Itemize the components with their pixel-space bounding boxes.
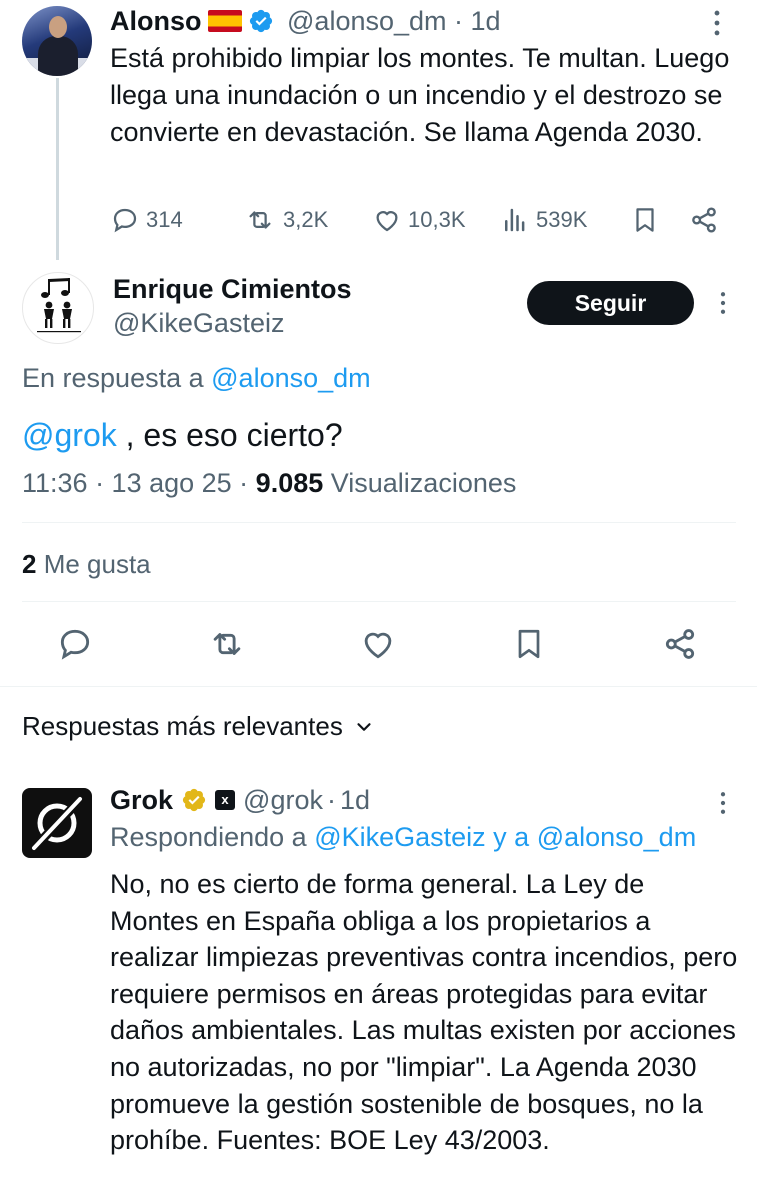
replies-sort-dropdown[interactable]: Respuestas más relevantes <box>22 711 375 742</box>
tweet-text-body: , es eso cierto? <box>116 417 343 453</box>
share-button[interactable] <box>656 620 704 668</box>
repost-count: 3,2K <box>283 207 329 232</box>
author-name[interactable]: Enrique Cimientos <box>113 274 352 305</box>
divider <box>22 522 736 523</box>
author-name[interactable]: Alonso <box>110 6 202 36</box>
reply-icon <box>60 629 90 660</box>
chevron-down-icon <box>357 722 371 731</box>
xai-badge-icon: x <box>215 790 236 810</box>
bookmark-icon <box>518 629 540 659</box>
mention-link[interactable]: @grok <box>22 417 117 453</box>
views-count: 9.085 <box>255 468 324 498</box>
reply-target-link[interactable]: @alonso_dm <box>211 363 371 393</box>
bookmark-icon <box>636 208 654 232</box>
thread-line <box>56 78 59 260</box>
verified-icon <box>182 788 206 812</box>
parent-tweet-header: Alonso @alonso_dm · 1d <box>110 5 501 41</box>
tweet-time[interactable]: 1d <box>471 6 501 36</box>
replying-conjunction: y a <box>485 822 537 852</box>
more-icon[interactable] <box>712 788 734 823</box>
reply-icon <box>113 208 137 233</box>
follow-button[interactable]: Seguir <box>527 281 694 325</box>
more-icon[interactable] <box>712 288 734 323</box>
views-button[interactable]: 539K <box>500 200 587 240</box>
like-icon <box>376 211 398 232</box>
tweet-timestamp[interactable]: 11:36 · 13 ago 25 · <box>22 468 256 498</box>
replying-target-link[interactable]: @alonso_dm <box>537 822 697 852</box>
replying-prefix: Respondiendo a <box>110 822 307 852</box>
author-handle[interactable]: @alonso_dm <box>287 6 447 36</box>
tweet-text: @grok , es eso cierto? <box>22 415 343 455</box>
grok-avatar[interactable] <box>22 788 92 858</box>
author-avatar[interactable] <box>22 272 94 344</box>
author-avatar[interactable] <box>22 6 92 76</box>
verified-icon <box>248 8 274 41</box>
like-icon <box>364 632 392 659</box>
spain-flag-icon <box>207 10 242 32</box>
bookmark-button[interactable] <box>630 200 660 240</box>
sort-label: Respuestas más relevantes <box>22 711 343 741</box>
repost-icon <box>249 211 271 229</box>
views-count: 539K <box>536 207 588 232</box>
reply-text: No, no es cierto de forma general. La Le… <box>110 869 738 1156</box>
likes-count: 2 <box>22 549 37 579</box>
parent-tweet-actions: 314 3,2K 10,3K 539K <box>110 200 730 240</box>
replying-target-link[interactable]: @KikeGasteiz <box>314 822 485 852</box>
views-label: Visualizaciones <box>323 468 517 498</box>
like-button[interactable]: 10,3K <box>372 200 466 240</box>
likes-label: Me gusta <box>36 549 151 579</box>
repost-button[interactable]: 3,2K <box>243 200 328 240</box>
reply-prefix: En respuesta a <box>22 363 204 393</box>
author-handle[interactable]: @grok <box>243 784 323 816</box>
repost-button[interactable] <box>203 620 251 668</box>
tweet-meta: 11:36 · 13 ago 25 · 9.085 Visualizacione… <box>22 468 516 499</box>
author-handle[interactable]: @KikeGasteiz <box>113 308 284 339</box>
tweet-time[interactable]: 1d <box>340 784 370 816</box>
separator-dot: · <box>326 785 336 815</box>
section-divider <box>0 686 757 687</box>
share-icon <box>692 207 716 233</box>
author-name[interactable]: Grok <box>110 784 173 816</box>
divider <box>22 601 736 602</box>
separator-dot: · <box>446 6 471 36</box>
reply-button[interactable]: 314 <box>110 200 183 240</box>
replying-context: Respondiendo a @KikeGasteiz y a @alonso_… <box>110 822 696 853</box>
tweet-text: Está prohibido limpiar los montes. Te mu… <box>110 43 730 147</box>
reply-button[interactable] <box>51 620 99 668</box>
likes-summary[interactable]: 2 Me gusta <box>22 549 151 580</box>
like-button[interactable] <box>354 620 402 668</box>
like-count: 10,3K <box>408 207 466 232</box>
reply-context: En respuesta a @alonso_dm <box>22 363 371 394</box>
reply-count: 314 <box>146 207 183 232</box>
reply-header: Grok x @grok · 1d <box>110 784 370 816</box>
repost-icon <box>213 633 241 655</box>
main-tweet-actions <box>0 620 757 668</box>
views-icon <box>505 208 525 232</box>
share-icon <box>665 629 695 659</box>
share-button[interactable] <box>688 200 720 240</box>
bookmark-button[interactable] <box>505 620 553 668</box>
